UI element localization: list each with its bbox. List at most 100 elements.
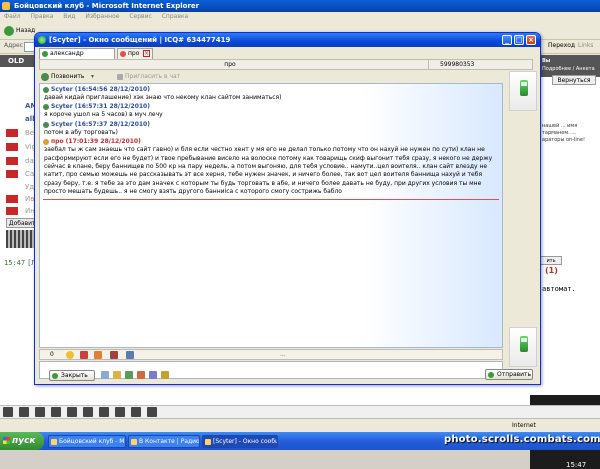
chat-title-bar[interactable]: [Scyter] - Окно сообщений | ICQ# 6344774… bbox=[35, 33, 540, 47]
menu-help[interactable]: Справка bbox=[162, 13, 188, 20]
send-button[interactable]: Отправить bbox=[485, 369, 533, 380]
watermark: photo.scrolls.combats.com bbox=[444, 434, 600, 445]
tool-icon[interactable] bbox=[115, 407, 125, 417]
font-icon[interactable] bbox=[110, 351, 118, 359]
char-counter: 0 bbox=[50, 351, 54, 358]
rank-badge bbox=[6, 129, 18, 137]
message-header: Scyter (16:57:31 28/12/2010) bbox=[43, 103, 499, 111]
icq-flower-icon bbox=[38, 36, 46, 44]
tool-icon[interactable] bbox=[99, 407, 109, 417]
header-divider bbox=[428, 60, 429, 70]
history-icon[interactable] bbox=[101, 371, 109, 379]
menu-tools[interactable]: Сервис bbox=[129, 13, 151, 20]
ie-menu-bar: Файл Правка Вид Избранное Сервис Справка bbox=[0, 12, 600, 22]
right-header-links[interactable]: Подробнее / Анкета bbox=[542, 66, 595, 72]
taskbar-item[interactable]: Бойцовский клуб - M... bbox=[48, 435, 126, 448]
ie-title-bar: Бойцовский клуб - Microsoft Internet Exp… bbox=[0, 0, 600, 12]
back-button[interactable]: Назад bbox=[4, 25, 35, 37]
message: Scyter (16:57:31 28/12/2010) я короче уш… bbox=[43, 103, 499, 119]
tool-icon[interactable] bbox=[51, 407, 61, 417]
message-header: Scyter (16:54:56 28/12/2010) bbox=[43, 86, 499, 94]
tab-label: про bbox=[128, 50, 140, 57]
format-icon[interactable] bbox=[126, 351, 134, 359]
taskbar-item[interactable]: В Контакте | Радио ... bbox=[128, 435, 200, 448]
address-label: Адрес bbox=[4, 42, 24, 49]
chat-time: 15:47 bbox=[4, 259, 26, 267]
font-color-icon[interactable] bbox=[94, 351, 102, 359]
message-header: Scyter (16:57:37 28/12/2010) bbox=[43, 121, 499, 129]
phone-icon bbox=[41, 73, 49, 81]
right-note: нашей ... имя тарманем. ... араторы on-l… bbox=[542, 123, 586, 143]
right-action-button[interactable]: ить bbox=[540, 256, 562, 265]
links-button[interactable]: Links bbox=[578, 42, 593, 49]
rank-badge bbox=[6, 157, 18, 165]
tool-icon[interactable] bbox=[67, 407, 77, 417]
close-window-button[interactable]: × bbox=[526, 35, 536, 45]
contact-uin: 599980353 bbox=[440, 61, 475, 68]
send-file-icon[interactable] bbox=[113, 371, 121, 379]
return-button[interactable]: Вернуться bbox=[552, 75, 596, 85]
tool-icon[interactable] bbox=[3, 407, 13, 417]
close-button[interactable]: Закрыть bbox=[49, 370, 95, 381]
tab-close-icon[interactable]: × bbox=[143, 50, 150, 57]
right-count: (1) bbox=[545, 266, 558, 275]
call-button[interactable]: Позвонить bbox=[51, 71, 84, 83]
smiley-icon[interactable] bbox=[66, 351, 74, 359]
rank-badge bbox=[6, 195, 18, 203]
phone-screen bbox=[521, 82, 527, 86]
tab-contact-1[interactable]: александр неваренных bbox=[39, 48, 115, 67]
tab-contact-2[interactable]: про × bbox=[117, 48, 153, 59]
add-contact-icon[interactable] bbox=[149, 371, 157, 379]
settings-icon[interactable] bbox=[161, 371, 169, 379]
phone-screen bbox=[521, 338, 527, 342]
back-label: Назад bbox=[16, 27, 36, 34]
maximize-button[interactable]: □ bbox=[514, 35, 524, 45]
back-arrow-icon bbox=[4, 25, 14, 36]
more-options[interactable]: ... bbox=[280, 350, 286, 360]
rank-badge bbox=[6, 143, 18, 151]
ie-status-bar: Internet bbox=[0, 418, 600, 432]
message: Scyter (16:54:56 28/12/2010) давай кидай… bbox=[43, 86, 499, 102]
right-panel: Вы Подробнее / Анкета Вернуться нашей ..… bbox=[540, 55, 600, 418]
tool-icon[interactable] bbox=[83, 407, 93, 417]
message-text: заебал ты ж сам знаешь что сайт гавно) и… bbox=[44, 146, 493, 196]
contact-header: про 599980353 bbox=[39, 59, 533, 70]
minimize-button[interactable]: _ bbox=[502, 35, 512, 45]
contact-avatar bbox=[509, 71, 537, 111]
right-header-title: Вы bbox=[542, 58, 551, 64]
taskbar-item[interactable]: [Scyter] - Окно сообщ... bbox=[202, 435, 278, 448]
contact-info-icon[interactable] bbox=[125, 371, 133, 379]
start-button[interactable]: пуск bbox=[0, 432, 44, 450]
menu-edit[interactable]: Правка bbox=[31, 13, 54, 20]
ie-icon bbox=[2, 2, 10, 10]
wink-icon[interactable] bbox=[80, 351, 88, 359]
message-history[interactable]: Scyter (16:54:56 28/12/2010) давай кидай… bbox=[39, 83, 503, 348]
own-avatar bbox=[509, 327, 537, 367]
tool-icon[interactable] bbox=[19, 407, 29, 417]
message: про (17:01:39 28/12/2010) заебал ты ж са… bbox=[43, 138, 499, 200]
tool-icon[interactable] bbox=[35, 407, 45, 417]
tool-icon[interactable] bbox=[131, 407, 141, 417]
right-avtomat: автомат. bbox=[542, 285, 576, 293]
message-text: я короче ушол на 5 часов) в муч лечу bbox=[44, 111, 163, 119]
right-header: Вы Подробнее / Анкета bbox=[540, 55, 600, 77]
chat-tools: Позвонить ▾ Пригласить в чат bbox=[39, 71, 499, 83]
message: Scyter (16:57:37 28/12/2010) потом в абу… bbox=[43, 121, 499, 137]
menu-view[interactable]: Вид bbox=[63, 13, 75, 20]
close-button-label: Закрыть bbox=[61, 372, 88, 379]
go-button[interactable]: Переход bbox=[548, 42, 575, 49]
rank-badge bbox=[6, 170, 18, 178]
message-text: давай кидай приглашение) хэк знаю что не… bbox=[44, 94, 282, 101]
send-button-label: Отправить bbox=[497, 371, 532, 378]
message-text: потом в абу торговать) bbox=[44, 128, 118, 136]
menu-file[interactable]: Файл bbox=[4, 13, 21, 20]
message-header: про (17:01:39 28/12/2010) bbox=[43, 138, 499, 146]
new-message-icon bbox=[120, 51, 126, 57]
block-icon[interactable] bbox=[137, 371, 145, 379]
menu-favorites[interactable]: Избранное bbox=[85, 13, 119, 20]
invite-to-chat-button[interactable]: Пригласить в чат bbox=[117, 71, 180, 83]
tool-icon[interactable] bbox=[147, 407, 157, 417]
contact-name: про bbox=[224, 61, 236, 68]
chevron-down-icon[interactable]: ▾ bbox=[91, 71, 94, 83]
game-clock: 15:47 bbox=[566, 461, 587, 469]
